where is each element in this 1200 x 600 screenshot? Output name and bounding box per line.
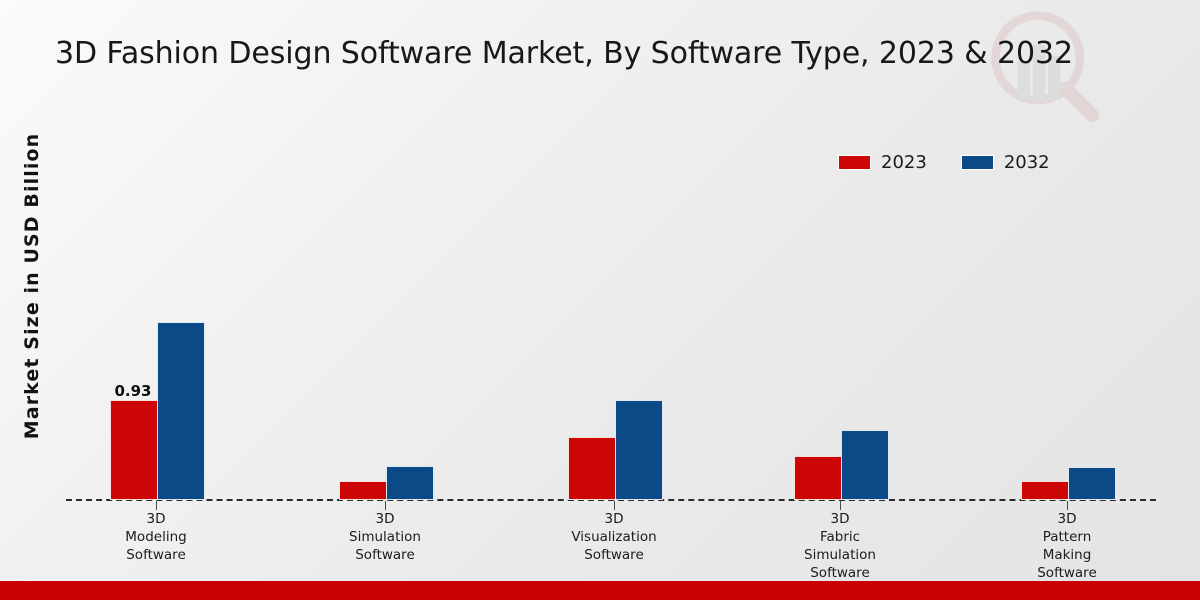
plot-area: 3D Modeling Software 3D Simulation Software 3D… <box>0 0 1200 600</box>
bar-2023-group-2 <box>339 481 387 500</box>
bar-2032-group-3 <box>615 399 663 500</box>
bar-2032-group-4 <box>841 429 889 500</box>
x-axis-label-5: 3D Pattern Making Software <box>1037 511 1097 581</box>
x-axis-label-2: 3D Simulation Software <box>349 511 421 563</box>
x-axis-tick-4 <box>840 501 841 510</box>
chart-canvas: 3D Fashion Design Software Market, By So… <box>0 0 1200 600</box>
x-axis-label-4: 3D Fabric Simulation Software <box>804 511 876 581</box>
x-axis-tick-3 <box>614 501 615 510</box>
bar-2023-group-3 <box>568 436 616 500</box>
x-axis-label-3: 3D Visualization Software <box>571 511 657 563</box>
bar-value-label: 0.93 <box>114 381 152 400</box>
bar-2032-group-1 <box>157 321 205 500</box>
x-axis-tick-1 <box>156 501 157 510</box>
bar-2032-group-2 <box>386 466 434 500</box>
bar-2023-group-5 <box>1021 481 1069 500</box>
bar-2032-group-5 <box>1068 467 1116 500</box>
x-axis-tick-5 <box>1067 501 1068 510</box>
bar-2023-group-4 <box>794 455 842 500</box>
x-axis-tick-2 <box>385 501 386 510</box>
footer-bar <box>0 581 1200 600</box>
bar-2023-group-1 <box>110 399 158 500</box>
x-axis-label-1: 3D Modeling Software <box>125 511 187 563</box>
